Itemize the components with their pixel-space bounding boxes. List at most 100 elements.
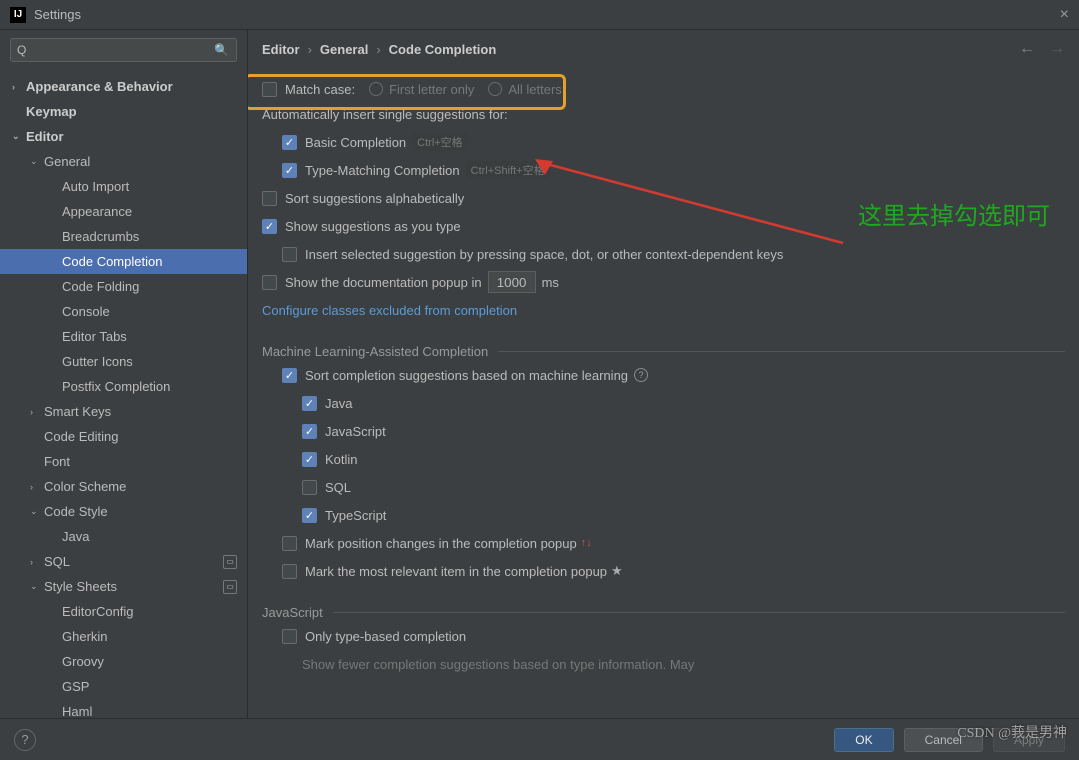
tree-item-font[interactable]: Font (0, 449, 247, 474)
tree-item-code-completion[interactable]: Code Completion (0, 249, 247, 274)
tree-item-label: SQL (44, 554, 70, 569)
tree-item-keymap[interactable]: Keymap (0, 99, 247, 124)
match-case-checkbox[interactable] (262, 82, 277, 97)
insert-space-checkbox[interactable] (282, 247, 297, 262)
tree-item-label: Editor (26, 129, 64, 144)
tree-item-label: Editor Tabs (62, 329, 127, 344)
scope-badge-icon: ▭ (223, 580, 237, 594)
type-matching-checkbox[interactable]: ✓ (282, 163, 297, 178)
forward-icon[interactable]: → (1049, 40, 1065, 58)
arrows-icon: ↑↓ (581, 537, 592, 549)
basic-completion-checkbox[interactable]: ✓ (282, 135, 297, 150)
tree-item-label: Gherkin (62, 629, 108, 644)
match-case-label: Match case: (285, 82, 355, 97)
tree-item-haml[interactable]: Haml (0, 699, 247, 718)
window-title: Settings (34, 7, 81, 22)
apply-button[interactable]: Apply (993, 728, 1065, 752)
tree-item-console[interactable]: Console (0, 299, 247, 324)
expand-icon: › (30, 557, 44, 567)
doc-delay-input[interactable] (488, 271, 536, 293)
tree-item-label: General (44, 154, 90, 169)
sql-checkbox[interactable] (302, 480, 317, 495)
show-doc-checkbox[interactable] (262, 275, 277, 290)
tree-item-general[interactable]: ⌄General (0, 149, 247, 174)
tree-item-label: Breadcrumbs (62, 229, 139, 244)
tree-item-groovy[interactable]: Groovy (0, 649, 247, 674)
star-icon: ★ (611, 563, 623, 579)
javascript-checkbox[interactable]: ✓ (302, 424, 317, 439)
tree-item-gherkin[interactable]: Gherkin (0, 624, 247, 649)
tree-item-editor[interactable]: ⌄Editor (0, 124, 247, 149)
tree-item-java[interactable]: Java (0, 524, 247, 549)
tree-item-appearance[interactable]: Appearance (0, 199, 247, 224)
tree-item-editor-tabs[interactable]: Editor Tabs (0, 324, 247, 349)
tree-item-label: Console (62, 304, 110, 319)
help-button[interactable]: ? (14, 729, 36, 751)
tree-item-label: Code Editing (44, 429, 118, 444)
java-checkbox[interactable]: ✓ (302, 396, 317, 411)
tree-item-label: GSP (62, 679, 89, 694)
search-icon: 🔍 (214, 43, 229, 57)
tree-item-code-folding[interactable]: Code Folding (0, 274, 247, 299)
settings-content: Match case: First letter only All letter… (248, 68, 1079, 718)
configure-excluded-link[interactable]: Configure classes excluded from completi… (262, 303, 517, 318)
tree-item-breadcrumbs[interactable]: Breadcrumbs (0, 224, 247, 249)
expand-icon: ⌄ (30, 156, 44, 167)
cancel-button[interactable]: Cancel (904, 728, 983, 752)
scope-badge-icon: ▭ (223, 555, 237, 569)
tree-item-code-style[interactable]: ⌄Code Style (0, 499, 247, 524)
tree-item-label: Haml (62, 704, 92, 718)
tree-item-label: Code Completion (62, 254, 162, 269)
tree-item-label: Font (44, 454, 70, 469)
ml-sort-checkbox[interactable]: ✓ (282, 368, 297, 383)
js-section-header: JavaScript (262, 605, 1065, 620)
help-icon[interactable]: ? (634, 368, 648, 382)
expand-icon: ⌄ (30, 506, 44, 517)
tree-item-label: Keymap (26, 104, 77, 119)
ml-section-header: Machine Learning-Assisted Completion (262, 344, 1065, 359)
mark-relevant-checkbox[interactable] (282, 564, 297, 579)
tree-item-label: Appearance & Behavior (26, 79, 173, 94)
tree-item-editorconfig[interactable]: EditorConfig (0, 599, 247, 624)
tree-item-code-editing[interactable]: Code Editing (0, 424, 247, 449)
search-input[interactable] (10, 38, 237, 62)
show-suggestions-checkbox[interactable]: ✓ (262, 219, 277, 234)
typescript-checkbox[interactable]: ✓ (302, 508, 317, 523)
titlebar: IJ Settings × (0, 0, 1079, 30)
tree-item-label: Auto Import (62, 179, 129, 194)
tree-item-label: Java (62, 529, 89, 544)
ok-button[interactable]: OK (834, 728, 893, 752)
tree-item-auto-import[interactable]: Auto Import (0, 174, 247, 199)
settings-tree[interactable]: ›Appearance & BehaviorKeymap⌄Editor⌄Gene… (0, 70, 247, 718)
tree-item-label: Gutter Icons (62, 354, 133, 369)
close-icon[interactable]: × (1060, 6, 1069, 24)
sort-alpha-checkbox[interactable] (262, 191, 277, 206)
tree-item-label: Postfix Completion (62, 379, 170, 394)
tree-item-label: EditorConfig (62, 604, 134, 619)
tree-item-postfix-completion[interactable]: Postfix Completion (0, 374, 247, 399)
tree-item-label: Code Style (44, 504, 108, 519)
expand-icon: › (30, 407, 44, 417)
tree-item-sql[interactable]: ›SQL ▭ (0, 549, 247, 574)
tree-item-style-sheets[interactable]: ⌄Style Sheets ▭ (0, 574, 247, 599)
expand-icon: ⌄ (30, 581, 44, 592)
expand-icon: › (30, 482, 44, 492)
expand-icon: › (12, 82, 26, 92)
back-icon[interactable]: ← (1019, 40, 1035, 58)
tree-item-label: Code Folding (62, 279, 139, 294)
tree-item-gutter-icons[interactable]: Gutter Icons (0, 349, 247, 374)
mark-position-checkbox[interactable] (282, 536, 297, 551)
tree-item-color-scheme[interactable]: ›Color Scheme (0, 474, 247, 499)
tree-item-label: Style Sheets (44, 579, 117, 594)
tree-item-appearance-behavior[interactable]: ›Appearance & Behavior (0, 74, 247, 99)
tree-item-label: Smart Keys (44, 404, 111, 419)
all-letters-radio[interactable] (488, 82, 502, 96)
kotlin-checkbox[interactable]: ✓ (302, 452, 317, 467)
sidebar: 🔍 ›Appearance & BehaviorKeymap⌄Editor⌄Ge… (0, 30, 248, 718)
tree-item-smart-keys[interactable]: ›Smart Keys (0, 399, 247, 424)
first-letter-radio[interactable] (369, 82, 383, 96)
tree-item-gsp[interactable]: GSP (0, 674, 247, 699)
only-type-based-checkbox[interactable] (282, 629, 297, 644)
tree-item-label: Appearance (62, 204, 132, 219)
tree-item-label: Groovy (62, 654, 104, 669)
